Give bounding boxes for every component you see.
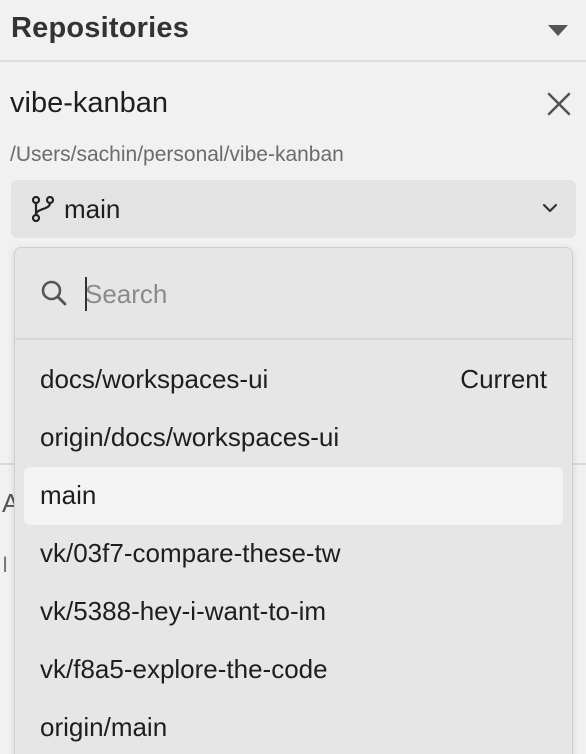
branch-item-label: vk/f8a5-explore-the-code — [40, 654, 328, 684]
branch-item-label: docs/workspaces-ui — [40, 364, 269, 394]
text-cursor — [85, 277, 87, 311]
branch-item-label: origin/docs/workspaces-ui — [40, 422, 340, 452]
branch-item[interactable]: vk/f8a5-explore-the-code — [24, 641, 563, 699]
branch-list: docs/workspaces-ui Current origin/docs/w… — [15, 351, 572, 754]
search-icon — [41, 280, 67, 306]
repo-name: vibe-kanban — [10, 87, 168, 119]
branch-item-label: main — [40, 480, 97, 510]
selected-branch-label: main — [64, 194, 121, 224]
background-text-fragment: I — [2, 552, 9, 577]
branch-item[interactable]: docs/workspaces-ui Current — [24, 351, 563, 409]
chevron-down-icon — [542, 203, 558, 213]
repo-path: /Users/sachin/personal/vibe-kanban — [10, 143, 344, 166]
section-title: Repositories — [11, 12, 190, 44]
branch-select[interactable]: main — [11, 180, 576, 238]
branch-item[interactable]: origin/docs/workspaces-ui — [24, 409, 563, 467]
branch-item-label: origin/main — [40, 712, 168, 742]
current-branch-badge: Current — [460, 364, 547, 394]
branch-item-label: vk/03f7-compare-these-tw — [40, 538, 341, 568]
caret-down-icon[interactable] — [548, 25, 568, 36]
repositories-panel: Repositories vibe-kanban /Users/sachin/p… — [0, 0, 586, 754]
branch-item[interactable]: vk/03f7-compare-these-tw — [24, 525, 563, 583]
search-input[interactable] — [85, 272, 545, 316]
branch-dropdown: docs/workspaces-ui Current origin/docs/w… — [14, 247, 573, 754]
search-row — [15, 248, 572, 340]
branch-item-label: vk/5388-hey-i-want-to-im — [40, 596, 327, 626]
branch-item-highlighted[interactable]: main — [24, 467, 563, 525]
branch-item[interactable]: vk/5388-hey-i-want-to-im — [24, 583, 563, 641]
branch-item[interactable]: origin/main — [24, 699, 563, 754]
repositories-section-header[interactable]: Repositories — [0, 0, 586, 62]
close-icon[interactable] — [544, 89, 574, 119]
git-branch-icon — [31, 196, 55, 222]
